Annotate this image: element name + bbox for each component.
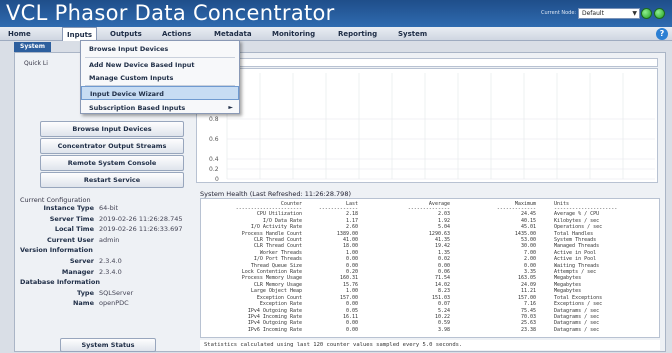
system-status-button[interactable]: System Status [60, 338, 156, 352]
menu-item-input-device-wizard[interactable]: Input Device Wizard [81, 86, 239, 100]
table-row: IPv6 Incoming Rate 0.00 3.98 23.38 Datagrams… [203, 327, 658, 333]
inputs-dropdown-menu: Browse Input Devices Add New Device Base… [80, 40, 240, 114]
menu-metadata[interactable]: Metadata [210, 27, 256, 41]
y-tick-label: 0.4 [209, 156, 219, 163]
menu-item-label: Add New Device Based Input [89, 61, 195, 69]
menu-item-subscription-based-inputs[interactable]: Subscription Based Inputs ► [81, 101, 239, 115]
status-green-icon [654, 8, 665, 19]
health-panel: Counter Last Average Maximum Units ----------… [200, 198, 660, 338]
menu-item-label: Manage Custom Inputs [89, 74, 174, 82]
menu-item-label: Subscription Based Inputs [89, 104, 186, 112]
chart-toolbar [196, 58, 658, 67]
config-row: Type SQLServer [20, 288, 190, 299]
menu-outputs[interactable]: Outputs [106, 27, 146, 41]
config-value: admin [99, 235, 120, 244]
chart-plot: 0.8 0.6 0.4 0.2 0 [209, 73, 655, 183]
config-key: Instance Type [43, 204, 94, 212]
menu-monitoring[interactable]: Monitoring [268, 27, 319, 41]
chevron-right-icon: ► [228, 104, 233, 111]
config-key: Manager [61, 267, 94, 276]
current-node-select[interactable]: Default ▼ [578, 8, 640, 19]
y-tick-label: 0.8 [209, 116, 219, 123]
config-row: Server Time 2019-02-26 11:26:28.745 [20, 214, 190, 225]
status-green-icon [641, 8, 652, 19]
config-key: Version Information [20, 246, 93, 255]
menu-item-manage-custom-inputs[interactable]: Manage Custom Inputs [81, 71, 239, 85]
help-icon[interactable]: ? [656, 28, 668, 40]
y-tick-label: 0.2 [209, 166, 219, 173]
menu-home[interactable]: Home [4, 27, 35, 41]
menu-actions[interactable]: Actions [158, 27, 195, 41]
table-cell: 3.98 [437, 326, 450, 333]
stats-footer: Statistics calculated using last 120 cou… [200, 340, 660, 350]
table-cell: IPv6 Incoming Rate [247, 326, 302, 333]
config-value: 2019-02-26 11:26:28.745 [99, 214, 183, 223]
config-value: openPDC [99, 299, 129, 308]
config-value: 2.3.4.0 [99, 256, 122, 265]
config-row: Version Information [20, 245, 190, 256]
tab-system[interactable]: System [14, 42, 51, 52]
config-value: SQLServer [99, 288, 134, 297]
config-row: Manager 2.3.4.0 [20, 267, 190, 278]
table-cell: 0.00 [345, 326, 358, 333]
title-bar: VCL Phasor Data Concentrator Current Nod… [0, 0, 672, 27]
table-cell: 23.38 [520, 326, 536, 333]
chevron-down-icon: ▼ [632, 10, 637, 17]
menu-item-label: Input Device Wizard [90, 90, 164, 98]
config-row: Local Time 2019-02-26 11:26:33.697 [20, 224, 190, 235]
config-key: Database Information [20, 278, 100, 287]
config-key: Local Time [54, 225, 94, 234]
config-key: Server Time [49, 214, 94, 223]
y-tick-label: 0.6 [209, 136, 219, 143]
app-title: VCL Phasor Data Concentrator [6, 1, 335, 25]
menu-reporting[interactable]: Reporting [334, 27, 381, 41]
restart-service-button[interactable]: Restart Service [40, 172, 184, 188]
config-value: 64-bit [99, 204, 119, 212]
config-row: Server 2.3.4.0 [20, 256, 190, 267]
quick-links-label: Quick Li [24, 60, 48, 67]
config-key: Current User [47, 235, 94, 244]
config-row: Current User admin [20, 235, 190, 246]
current-node-label: Current Node: [541, 10, 577, 16]
config-value: 2019-02-26 11:26:33.697 [99, 225, 183, 234]
config-row: Name openPDC [20, 298, 190, 309]
config-value: 2.3.4.0 [99, 267, 122, 276]
remote-system-console-button[interactable]: Remote System Console [40, 155, 184, 171]
config-key: Server [69, 256, 94, 265]
table-cell: Datagrams / sec [554, 326, 600, 333]
menu-item-add-new-device[interactable]: Add New Device Based Input [81, 58, 239, 72]
menu-system[interactable]: System [394, 27, 431, 41]
y-tick-label: 0 [215, 176, 219, 183]
config-row: Database Information [20, 277, 190, 288]
health-table: Counter Last Average Maximum Units ----------… [203, 201, 658, 333]
menu-item-label: Browse Input Devices [89, 45, 169, 53]
config-list: Instance Type 64-bit Server Time 2019-02-26… [20, 203, 190, 353]
app-window: VCL Phasor Data Concentrator Current Nod… [0, 0, 672, 353]
current-node-value: Default [582, 10, 604, 17]
config-key: Type [77, 288, 94, 297]
browse-input-devices-button[interactable]: Browse Input Devices [40, 121, 184, 137]
chart-area: 0.8 0.6 0.4 0.2 0 [196, 68, 658, 183]
health-title: System Health (Last Refreshed: 11:26:28.… [200, 190, 351, 198]
menu-item-browse-input-devices[interactable]: Browse Input Devices [81, 42, 239, 56]
concentrator-output-streams-button[interactable]: Concentrator Output Streams [40, 138, 184, 154]
config-key: Name [72, 299, 94, 308]
config-row: Instance Type 64-bit [20, 203, 190, 214]
menu-inputs[interactable]: Inputs [62, 27, 98, 41]
menu-bar: Home Inputs Outputs Actions Metadata Mon… [0, 27, 672, 41]
